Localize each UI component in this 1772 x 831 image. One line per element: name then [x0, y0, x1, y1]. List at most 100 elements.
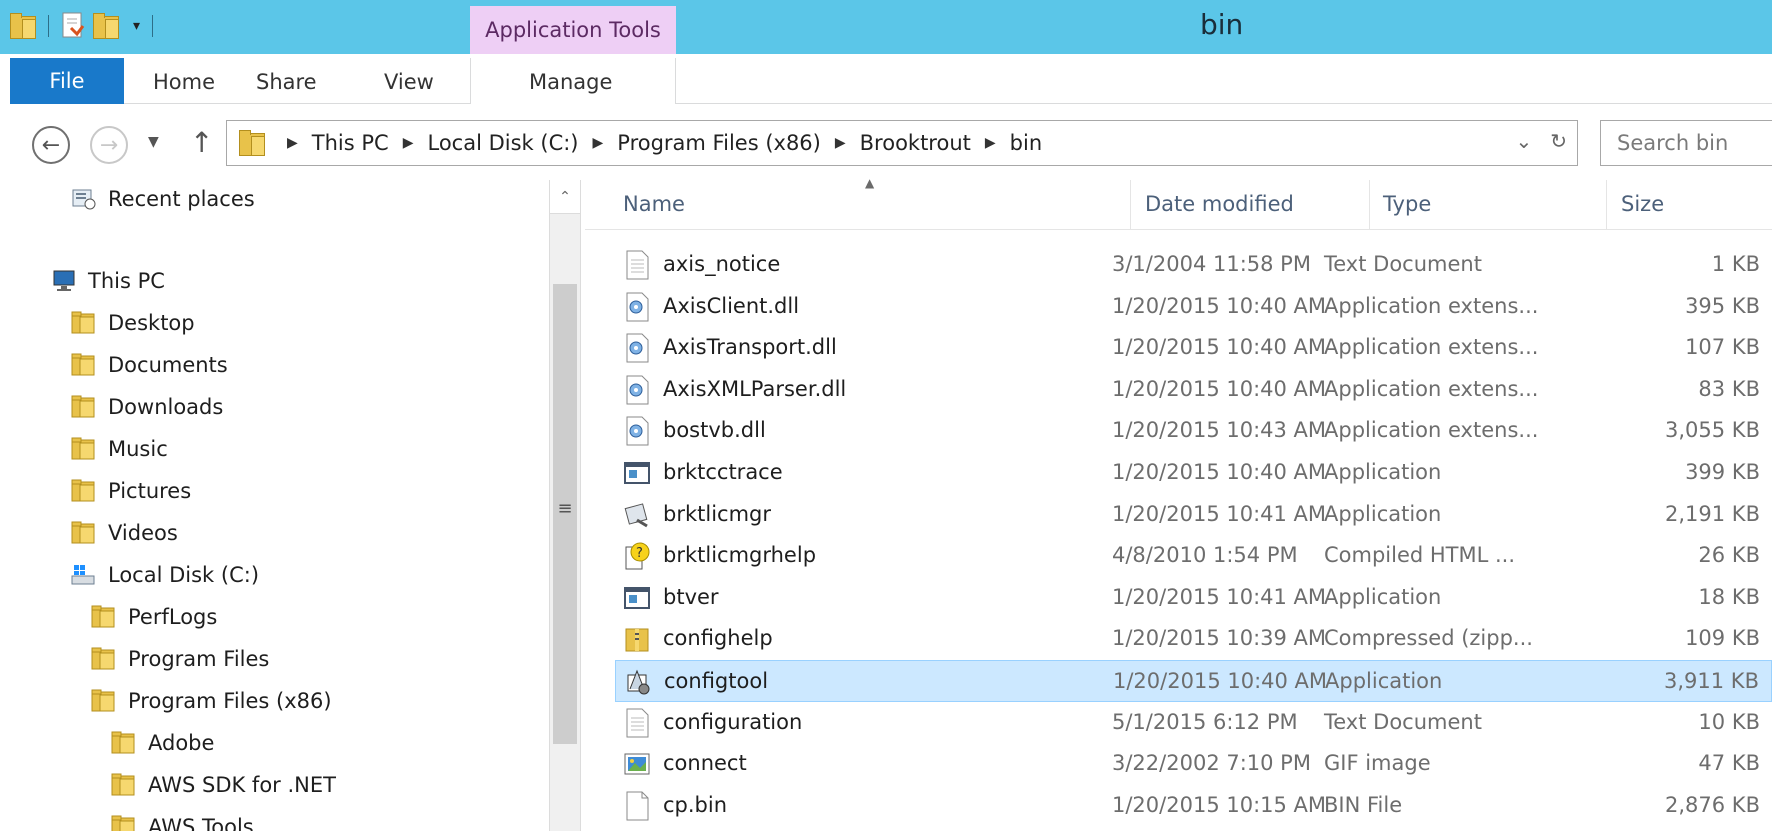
chevron-right-icon[interactable]: ▶: [287, 135, 298, 151]
navigation-pane-scrollbar[interactable]: ⌃ ≡: [549, 180, 581, 831]
properties-icon[interactable]: [61, 12, 85, 40]
file-row[interactable]: connect 3/22/2002 7:10 PM GIF image 47 KB: [615, 743, 1772, 785]
file-name-cell: axis_notice: [663, 252, 781, 276]
quick-access-toolbar: ▾: [10, 8, 157, 44]
breadcrumb-program-files-x86[interactable]: Program Files (x86): [617, 131, 821, 155]
nav-item[interactable]: Documents: [70, 352, 228, 378]
file-name-cell: AxisClient.dll: [663, 293, 800, 318]
sort-ascending-icon: ▲: [865, 176, 875, 190]
column-divider[interactable]: [1369, 180, 1370, 230]
file-name-cell: configtool: [664, 669, 769, 693]
file-row[interactable]: AxisTransport.dll 1/20/2015 10:40 AM Appli…: [615, 327, 1772, 369]
file-type-cell: Application extens...: [1324, 293, 1539, 318]
breadcrumb-this-pc[interactable]: This PC: [312, 131, 389, 155]
zip-folder-icon: [623, 624, 651, 654]
search-input[interactable]: Search bin: [1600, 120, 1772, 166]
toolbar-separator: [152, 15, 154, 37]
nav-item[interactable]: Pictures: [70, 478, 191, 504]
folder-icon: [110, 772, 136, 798]
file-row[interactable]: AxisClient.dll 1/20/2015 10:40 AM Applicat…: [615, 286, 1772, 328]
nav-item-label: Adobe: [148, 731, 215, 755]
folder-icon: [90, 646, 116, 672]
file-type-cell: Application: [1325, 669, 1443, 693]
file-date-cell: 1/20/2015 10:43 AM: [1112, 418, 1327, 443]
file-row[interactable]: axis_notice 3/1/2004 11:58 PM Text Documen…: [615, 244, 1772, 286]
chevron-right-icon[interactable]: ▶: [593, 135, 604, 151]
file-row[interactable]: brktcctrace 1/20/2015 10:40 AM Application…: [615, 452, 1772, 494]
nav-item[interactable]: Desktop: [70, 310, 195, 336]
nav-item-label: PerfLogs: [128, 605, 218, 629]
nav-item[interactable]: Recent places: [70, 186, 255, 212]
back-button[interactable]: ←: [32, 126, 70, 164]
address-actions: ⌄ ↻: [1515, 129, 1567, 153]
breadcrumb-brooktrout[interactable]: Brooktrout: [860, 131, 971, 155]
nav-item[interactable]: PerfLogs: [90, 604, 217, 630]
nav-item-label: Local Disk (C:): [108, 563, 260, 587]
file-row[interactable]: cp.bin 1/20/2015 10:15 AM BIN File 2,876 KB: [615, 785, 1772, 827]
new-folder-icon[interactable]: [93, 13, 119, 39]
file-date-cell: 1/20/2015 10:40 AM: [1112, 460, 1327, 484]
file-row[interactable]: AxisXMLParser.dll 1/20/2015 10:40 AM Appli…: [615, 369, 1772, 411]
file-row[interactable]: confighelp 1/20/2015 10:39 AM Compressed (…: [615, 618, 1772, 660]
nav-item[interactable]: Program Files (x86): [90, 688, 332, 714]
file-type-cell: Text Document: [1324, 709, 1482, 734]
file-type-cell: Application extens...: [1324, 335, 1539, 360]
file-size-cell: 18 KB: [1698, 584, 1760, 609]
nav-item[interactable]: AWS SDK for .NET: [110, 772, 336, 798]
column-divider[interactable]: [1606, 180, 1607, 230]
nav-item-label: Music: [108, 437, 168, 461]
tab-file[interactable]: File: [10, 58, 124, 104]
file-row[interactable]: configuration 5/1/2015 6:12 PM Text Docume…: [615, 702, 1772, 744]
chevron-right-icon[interactable]: ▶: [835, 135, 846, 151]
file-date-cell: 3/1/2004 11:58 PM: [1112, 252, 1311, 276]
dll-icon: [623, 416, 651, 446]
nav-item[interactable]: This PC: [50, 268, 165, 294]
tab-home[interactable]: Home: [153, 70, 215, 94]
column-header-size[interactable]: Size: [1621, 192, 1664, 216]
column-header-name[interactable]: Name: [623, 192, 685, 216]
nav-item[interactable]: Music: [70, 436, 168, 462]
chevron-right-icon[interactable]: ▶: [985, 135, 996, 151]
address-bar[interactable]: ▶ This PC ▶ Local Disk (C:) ▶ Program Fi…: [226, 120, 1578, 166]
file-row[interactable]: bostvb.dll 1/20/2015 10:43 AM Application …: [615, 410, 1772, 452]
column-header-type[interactable]: Type: [1383, 192, 1431, 216]
pictures-folder-icon: [70, 478, 96, 504]
nav-item[interactable]: Program Files: [90, 646, 269, 672]
tab-share[interactable]: Share: [256, 70, 317, 94]
breadcrumb-bin[interactable]: bin: [1010, 131, 1042, 155]
scroll-up-icon[interactable]: ⌃: [550, 180, 580, 214]
breadcrumb-local-disk[interactable]: Local Disk (C:): [427, 131, 578, 155]
exe-icon: [623, 583, 651, 613]
file-size-cell: 3,911 KB: [1664, 669, 1759, 693]
blank-file-icon: [623, 791, 651, 821]
file-row[interactable]: ? brktlicmgrhelp 4/8/2010 1:54 PM Compiled …: [615, 535, 1772, 577]
back-arrow-icon: ←: [41, 132, 61, 158]
nav-item-label: Recent places: [108, 187, 255, 211]
window-title: bin: [1200, 8, 1244, 41]
file-date-cell: 1/20/2015 10:15 AM: [1112, 792, 1327, 817]
file-row[interactable]: btver 1/20/2015 10:41 AM Application 18 KB: [615, 577, 1772, 619]
column-divider[interactable]: [1130, 180, 1131, 230]
customize-toolbar-icon[interactable]: ▾: [133, 18, 140, 34]
file-name-cell: connect: [663, 751, 747, 776]
chevron-down-icon[interactable]: ⌄: [1515, 129, 1532, 153]
column-header-date-modified[interactable]: Date modified: [1145, 192, 1294, 216]
nav-item[interactable]: AWS Tools: [110, 814, 254, 831]
up-button[interactable]: ↑: [190, 126, 213, 159]
forward-button[interactable]: →: [90, 126, 128, 164]
recent-locations-dropdown[interactable]: ▼: [148, 134, 159, 150]
file-row[interactable]: brktlicmgr 1/20/2015 10:41 AM Application 2…: [615, 494, 1772, 536]
nav-item[interactable]: Videos: [70, 520, 178, 546]
chevron-right-icon[interactable]: ▶: [403, 135, 414, 151]
folder-icon[interactable]: [10, 13, 36, 39]
nav-item[interactable]: Local Disk (C:): [70, 562, 259, 588]
tab-manage[interactable]: Manage: [529, 70, 612, 94]
nav-item[interactable]: Adobe: [110, 730, 214, 756]
file-row[interactable]: configtool 1/20/2015 10:40 AM Application 3…: [615, 660, 1772, 702]
scrollbar-grip-icon: ≡: [557, 498, 573, 519]
file-name-cell: confighelp: [663, 626, 773, 651]
tab-view[interactable]: View: [384, 70, 434, 94]
nav-item[interactable]: Downloads: [70, 394, 223, 420]
refresh-icon[interactable]: ↻: [1550, 129, 1567, 153]
file-size-cell: 47 KB: [1698, 751, 1760, 776]
